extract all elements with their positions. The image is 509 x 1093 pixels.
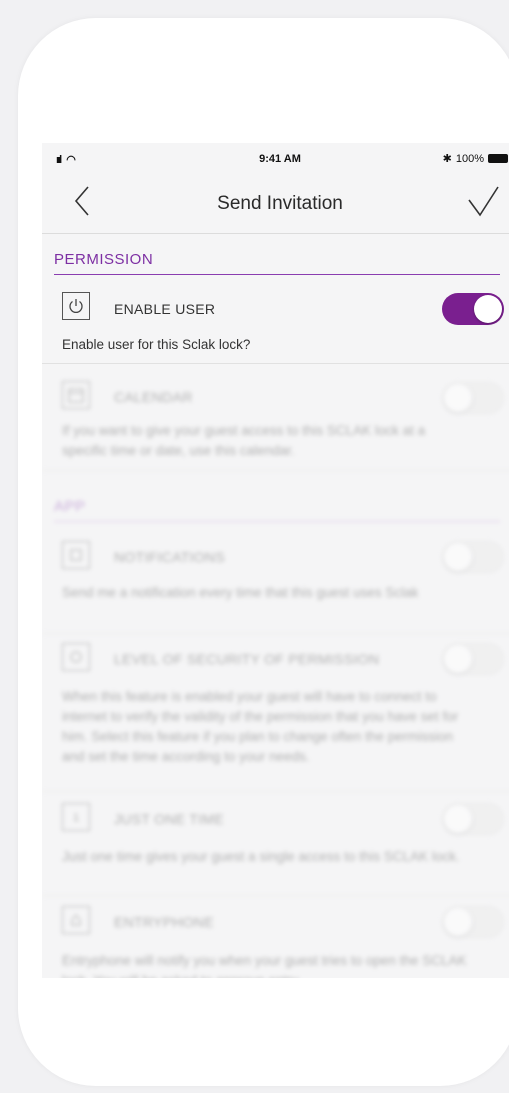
- security-level-description: When this feature is enabled your guest …: [62, 689, 459, 764]
- notifications-description: Send me a notification every time that t…: [62, 585, 419, 600]
- notification-icon: [62, 541, 90, 569]
- toggle-knob: [444, 384, 472, 412]
- security-level-toggle[interactable]: [442, 643, 504, 675]
- entryphone-description: Entryphone will notify you when your gue…: [62, 953, 467, 978]
- navigation-bar: Send Invitation: [42, 173, 509, 234]
- notifications-toggle[interactable]: [442, 541, 504, 573]
- calendar-toggle[interactable]: [442, 382, 504, 414]
- divider: [42, 633, 509, 634]
- page-title: Send Invitation: [217, 193, 343, 214]
- entryphone-toggle[interactable]: [442, 906, 504, 938]
- entryphone-icon: [62, 906, 90, 934]
- bluetooth-icon: ✱: [442, 153, 452, 165]
- toggle-knob: [444, 908, 472, 936]
- toggle-knob: [474, 295, 502, 323]
- enable-user-toggle[interactable]: [442, 293, 504, 325]
- app-screen: ıııl ◠ 9:41 AM ✱ 100% Send Invitation PE…: [42, 143, 509, 978]
- checkmark-icon: [468, 186, 499, 217]
- just-one-time-description: Just one time gives your guest a single …: [62, 849, 460, 864]
- power-icon: [62, 292, 90, 320]
- divider: [42, 895, 509, 896]
- done-button[interactable]: [464, 181, 504, 221]
- enable-user-description: Enable user for this Sclak lock?: [62, 337, 251, 352]
- status-bar: ıııl ◠ 9:41 AM ✱ 100%: [42, 143, 509, 173]
- svg-text:1: 1: [73, 812, 79, 824]
- toggle-knob: [444, 805, 472, 833]
- app-section-header: APP: [54, 498, 500, 522]
- security-icon: [62, 643, 90, 671]
- one-time-icon: 1: [62, 803, 90, 831]
- notifications-label: NOTIFICATIONS: [114, 549, 225, 565]
- entryphone-label: ENTRYPHONE: [114, 914, 214, 930]
- battery-icon: [488, 154, 508, 163]
- divider: [42, 470, 509, 471]
- permission-section-header: PERMISSION: [54, 251, 500, 275]
- just-one-time-label: JUST ONE TIME: [114, 811, 224, 827]
- toggle-knob: [444, 543, 472, 571]
- status-time: 9:41 AM: [259, 153, 301, 165]
- battery-percent: 100%: [455, 152, 484, 165]
- toggle-knob: [444, 645, 472, 673]
- divider: [42, 791, 509, 792]
- phone-frame: ıııl ◠ 9:41 AM ✱ 100% Send Invitation PE…: [18, 18, 509, 1086]
- calendar-description: If you want to give your guest access to…: [62, 423, 426, 458]
- enable-user-label: ENABLE USER: [114, 301, 216, 317]
- status-right: ✱ 100%: [443, 152, 508, 165]
- divider: [42, 363, 509, 364]
- calendar-icon: [62, 381, 90, 409]
- calendar-label: CALENDAR: [114, 389, 193, 405]
- just-one-time-toggle[interactable]: [442, 803, 504, 835]
- security-level-label: LEVEL OF SECURITY OF PERMISSION: [114, 651, 380, 667]
